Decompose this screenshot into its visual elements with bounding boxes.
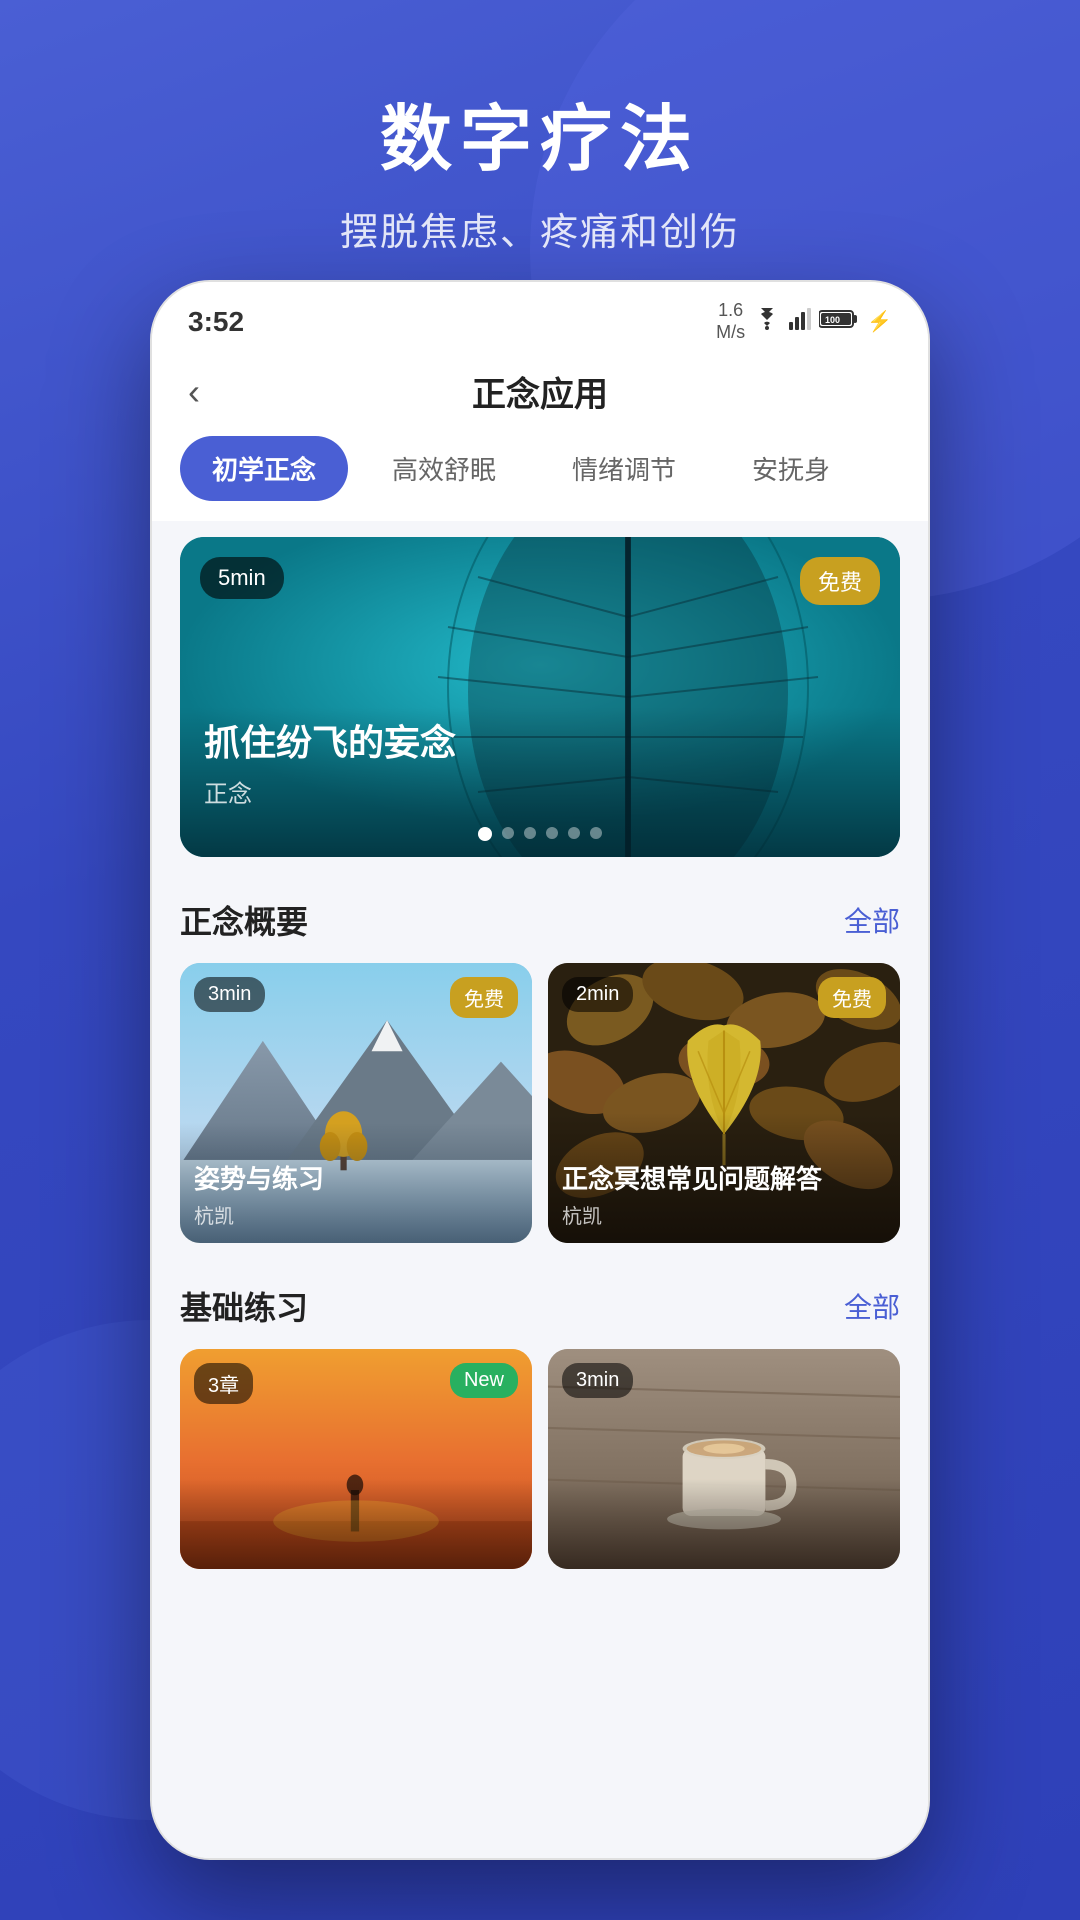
card1-free-badge: 免费 [450,977,518,1018]
app-subtitle: 摆脱焦虑、疼痛和创伤 [0,201,1080,256]
app-title: 数字疗法 [0,80,1080,185]
card2-duration: 2min [562,977,633,1012]
charging-icon: ⚡ [867,309,892,334]
header-section: 数字疗法 摆脱焦虑、疼痛和创伤 [0,80,1080,256]
hero-bg [180,537,900,857]
card1-duration: 3min [194,977,265,1012]
dot-2 [502,827,514,839]
dot-3 [524,827,536,839]
dot-4 [546,827,558,839]
section2-title: 基础练习 [180,1283,308,1329]
battery-icon: 100 [819,309,859,335]
section2-more[interactable]: 全部 [844,1286,900,1326]
section1-more[interactable]: 全部 [844,900,900,940]
card-faq[interactable]: 2min 免费 正念冥想常见问题解答 杭凯 [548,963,900,1243]
hero-text: 抓住纷飞的妄念 正念 [204,714,456,809]
status-icons: 1.6M/s [716,300,892,343]
carousel-dots [478,827,602,841]
section-basic-practice: 基础练习 全部 [152,1259,928,1585]
svg-text:100: 100 [825,315,840,325]
card2-author: 杭凯 [562,1200,822,1229]
dot-5 [568,827,580,839]
basic-card1-chapter: 3章 [194,1363,253,1404]
tab-sleep[interactable]: 高效舒眠 [360,436,528,501]
hero-subtitle: 正念 [204,774,456,809]
basic-card2-duration: 3min [562,1363,633,1398]
tab-soothe[interactable]: 安抚身 [720,436,862,501]
card1-author: 杭凯 [194,1200,324,1229]
tab-beginner[interactable]: 初学正念 [180,436,348,501]
basic-card-2[interactable]: 3min [548,1349,900,1569]
basic-card1-new-badge: New [450,1363,518,1398]
dot-6 [590,827,602,839]
section2-header: 基础练习 全部 [180,1283,900,1329]
dot-1 [478,827,492,841]
hero-free-badge: 免费 [800,557,880,605]
back-button[interactable]: ‹ [188,371,200,413]
card2-free-badge: 免费 [818,977,886,1018]
top-nav: ‹ 正念应用 [152,351,928,436]
card-posture[interactable]: 3min 免费 姿势与练习 杭凯 [180,963,532,1243]
status-bar: 3:52 1.6M/s [152,282,928,351]
hero-card[interactable]: 5min 免费 抓住纷飞的妄念 正念 [180,537,900,857]
content-area: 5min 免费 抓住纷飞的妄念 正念 正念概要 全部 [152,521,928,1860]
section2-cards: 3章 New [180,1349,900,1569]
tab-bar: 初学正念 高效舒眠 情绪调节 安抚身 [152,436,928,521]
wifi-icon [753,308,781,336]
card1-title: 姿势与练习 [194,1159,324,1196]
hero-title: 抓住纷飞的妄念 [204,714,456,766]
section-mindfulness-overview: 正念概要 全部 [152,873,928,1259]
status-time: 3:52 [188,306,244,338]
page-title: 正念应用 [472,367,608,416]
card1-text: 姿势与练习 杭凯 [194,1159,324,1229]
basic-card-1[interactable]: 3章 New [180,1349,532,1569]
section1-title: 正念概要 [180,897,308,943]
section1-cards: 3min 免费 姿势与练习 杭凯 [180,963,900,1243]
phone-mockup: 3:52 1.6M/s [150,280,930,1860]
tab-emotion[interactable]: 情绪调节 [540,436,708,501]
section1-header: 正念概要 全部 [180,897,900,943]
signal-icon [789,308,811,336]
card2-title: 正念冥想常见问题解答 [562,1159,822,1196]
hero-duration-badge: 5min [200,557,284,599]
card2-text: 正念冥想常见问题解答 杭凯 [562,1159,822,1229]
network-speed: 1.6M/s [716,300,745,343]
